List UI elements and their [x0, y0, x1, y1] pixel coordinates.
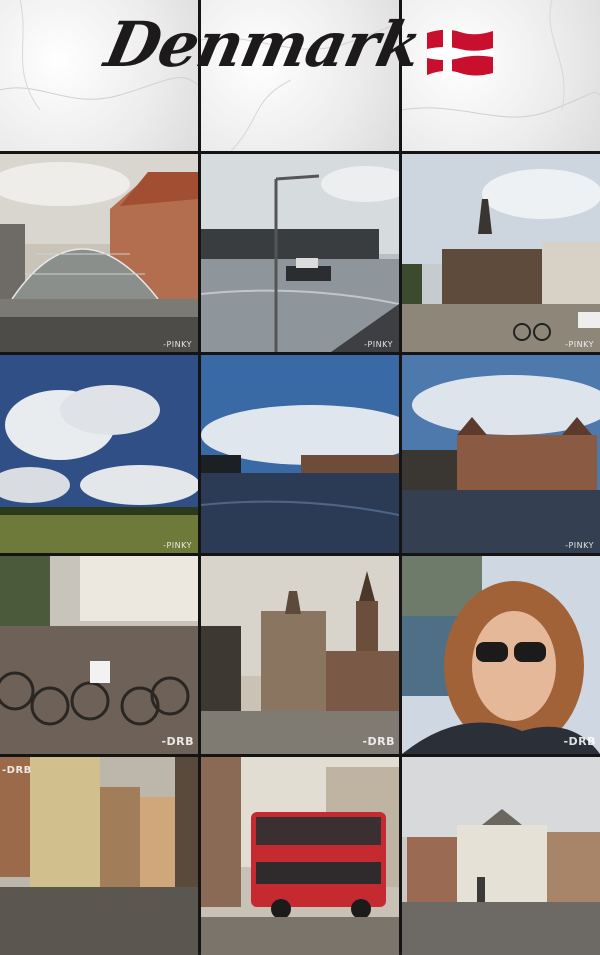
watermark: -PINKY — [565, 541, 594, 550]
watermark: -PINKY — [163, 541, 192, 550]
watermark: -PINKY — [565, 340, 594, 349]
photo-grid: -PINKY -PINKY -PINKY -PINKY -PINKY -DRB … — [0, 0, 600, 955]
photo-image — [201, 556, 399, 754]
denmark-flag-icon — [427, 29, 493, 77]
watermark: -DRB — [2, 765, 32, 776]
photo-image — [0, 355, 198, 553]
photo-image — [402, 154, 600, 352]
photo-colorful-street[interactable]: -DRB — [0, 757, 198, 955]
photo-city-hall-square[interactable]: -DRB — [201, 556, 399, 754]
photo-image — [201, 355, 399, 553]
photo-image — [0, 556, 198, 754]
page-title: Denmark — [99, 8, 428, 81]
photo-harbour-boat[interactable]: -PINKY — [201, 154, 399, 352]
photo-image — [201, 757, 399, 955]
photo-image — [0, 757, 198, 955]
photo-clouds-field[interactable]: -PINKY — [0, 355, 198, 553]
photo-image — [0, 154, 198, 352]
photo-image — [402, 757, 600, 955]
watermark: -DRB — [161, 735, 194, 748]
photo-bicycles-street[interactable]: -DRB — [0, 556, 198, 754]
watermark: -PINKY — [163, 340, 192, 349]
photo-town-square-fountain[interactable] — [402, 757, 600, 955]
photo-image — [402, 355, 600, 553]
photo-christiansborg-square[interactable]: -PINKY — [402, 154, 600, 352]
photo-image — [402, 556, 600, 754]
watermark: -PINKY — [364, 340, 393, 349]
photo-waterfront-palace[interactable]: -PINKY — [402, 355, 600, 553]
watermark: -DRB — [362, 735, 395, 748]
photo-canal-view[interactable] — [201, 355, 399, 553]
photo-red-bus[interactable] — [201, 757, 399, 955]
photo-image — [201, 154, 399, 352]
photo-dome-building[interactable]: -PINKY — [0, 154, 198, 352]
watermark: -DRB — [563, 735, 596, 748]
photo-selfie[interactable]: -DRB — [402, 556, 600, 754]
